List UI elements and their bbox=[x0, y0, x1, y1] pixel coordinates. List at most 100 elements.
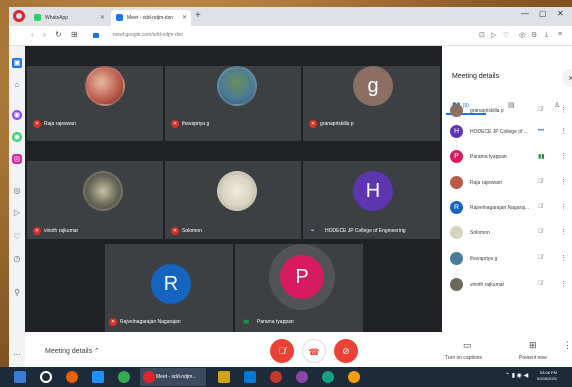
participant-name: thavapriya g bbox=[182, 121, 210, 127]
more-options-icon[interactable]: ⋮ bbox=[560, 178, 567, 186]
mic-toggle-button[interactable]: 🎙̸ bbox=[270, 339, 294, 363]
more-options-icon[interactable]: ⋮ bbox=[560, 254, 567, 262]
app-icon[interactable] bbox=[270, 371, 282, 383]
target-icon[interactable]: ◎ bbox=[12, 186, 22, 196]
participant-tile[interactable]: P ▮▮▮ Parama tyappan bbox=[235, 244, 363, 332]
cortana-icon[interactable] bbox=[40, 371, 52, 383]
files-icon[interactable] bbox=[92, 371, 104, 383]
more-options-icon[interactable]: ⋮ bbox=[560, 106, 567, 114]
home-icon[interactable]: ⌂ bbox=[12, 80, 22, 90]
app-icon[interactable] bbox=[322, 371, 334, 383]
participant-name: vinoth rajkumar bbox=[44, 228, 79, 234]
forward-icon[interactable]: › bbox=[43, 30, 46, 39]
download-icon[interactable]: ⤓ bbox=[545, 31, 548, 39]
opera-sidebar: ▣ ⌂ ◉ ◉ ◎ ◎ ▷ ♡ ◷ ⚲ ⋯ bbox=[9, 46, 25, 367]
clock[interactable]: 03:06 PM 02/05/2021 bbox=[537, 370, 557, 382]
instagram-icon[interactable]: ◎ bbox=[12, 154, 22, 164]
more-options-icon[interactable]: ⋮ bbox=[560, 152, 567, 160]
heart-icon[interactable]: ♡ bbox=[12, 232, 22, 242]
avatar bbox=[217, 66, 257, 106]
extensions-icon[interactable]: ⚲ bbox=[12, 288, 22, 298]
speaking-icon: ▮▮ bbox=[538, 154, 545, 160]
person-name: Rajvelnagarajan Nagaraj... bbox=[470, 205, 530, 211]
list-item[interactable]: H HODECE JP College of ... ••• ⋮ bbox=[442, 123, 572, 143]
captions-button[interactable]: Turn on captions bbox=[445, 355, 482, 361]
folder-icon[interactable] bbox=[218, 371, 230, 383]
app-icon[interactable] bbox=[296, 371, 308, 383]
settings-icon[interactable]: ⚙ bbox=[531, 31, 537, 39]
camera-indicator-icon[interactable] bbox=[93, 33, 99, 38]
firefox-icon[interactable] bbox=[66, 371, 78, 383]
reload-icon[interactable]: ↻ bbox=[55, 30, 62, 39]
present-button[interactable]: Present now bbox=[519, 355, 547, 361]
more-icon[interactable]: ⋯ bbox=[12, 350, 22, 360]
list-item[interactable]: granapriskilla p 🎙̸ ⋮ bbox=[442, 102, 572, 122]
captions-icon[interactable]: ▭ bbox=[463, 340, 472, 351]
tab-close-icon[interactable]: ✕ bbox=[182, 14, 187, 21]
more-options-icon[interactable]: ⋮ bbox=[563, 340, 572, 351]
avatar bbox=[450, 104, 463, 117]
play-icon[interactable]: ▷ bbox=[491, 31, 496, 39]
mic-off-icon: 🎙̸ bbox=[538, 204, 543, 210]
camera-toggle-button[interactable]: ⊘ bbox=[334, 339, 358, 363]
back-icon[interactable]: ‹ bbox=[31, 30, 34, 39]
minimize-icon[interactable]: — bbox=[521, 9, 529, 18]
person-name: Solomon bbox=[470, 230, 490, 236]
list-item[interactable]: R Rajvelnagarajan Nagaraj... 🎙̸ ⋮ bbox=[442, 199, 572, 219]
player-icon[interactable]: ▷ bbox=[12, 208, 22, 218]
more-options-icon[interactable]: ⋮ bbox=[560, 280, 567, 288]
speed-dial-icon[interactable]: ▣ bbox=[12, 58, 22, 68]
app-icon[interactable] bbox=[348, 371, 360, 383]
video-stage: ✕ Raja rajeswari ✕ thavapriya g g ✕ gran… bbox=[25, 46, 442, 332]
tab-close-icon[interactable]: ✕ bbox=[100, 14, 105, 21]
camera-addr-icon[interactable]: ⊡ bbox=[479, 31, 485, 39]
present-icon[interactable]: ⊞ bbox=[529, 340, 537, 351]
hangup-icon: ☎ bbox=[308, 347, 320, 357]
more-options-icon[interactable]: ⋮ bbox=[560, 228, 567, 236]
whatsapp-sidebar-icon[interactable]: ◉ bbox=[12, 132, 22, 142]
participant-tile[interactable]: H ••• HODECE JP College of Engineering bbox=[303, 161, 440, 239]
mic-off-icon: 🎙̸ bbox=[538, 229, 543, 235]
close-window-icon[interactable]: ✕ bbox=[557, 9, 564, 18]
vpn-icon[interactable]: ◎ bbox=[519, 31, 525, 39]
tab-label: Meet - sdd-ndjm-dsn bbox=[127, 15, 173, 21]
opera-logo-icon[interactable] bbox=[13, 10, 25, 22]
new-tab-icon[interactable]: + bbox=[195, 10, 201, 21]
shield-icon[interactable]: ♡ bbox=[503, 31, 509, 39]
tab-whatsapp[interactable]: WhatsApp ✕ bbox=[29, 10, 109, 26]
meeting-details-toggle[interactable]: Meeting details ⌃ bbox=[45, 347, 100, 355]
mic-off-icon: 🎙̸ bbox=[538, 179, 543, 185]
participant-tile[interactable]: ✕ Raja rajeswari bbox=[27, 66, 163, 141]
participant-tile[interactable]: R ✕ Rajvelnagarajan Nagarajan bbox=[105, 244, 233, 332]
history-icon[interactable]: ◷ bbox=[12, 254, 22, 264]
participant-tile[interactable]: g ✕ granapriskilla p bbox=[303, 66, 440, 141]
list-item[interactable]: Solomon 🎙̸ ⋮ bbox=[442, 224, 572, 244]
avatar: P bbox=[280, 255, 324, 299]
more-options-icon[interactable]: ⋮ bbox=[560, 127, 567, 135]
tray-icons[interactable]: ⌃ ▮ ◉ ◀ bbox=[505, 372, 528, 379]
participant-name: HODECE JP College of Engineering bbox=[325, 228, 406, 234]
url-field[interactable]: meet.google.com/sdd-ndjm-dsn bbox=[113, 32, 183, 38]
list-item[interactable]: vinoth rajkumar 🎙̸ ⋮ bbox=[442, 276, 572, 296]
list-item[interactable]: P Parama tyappan ▮▮ ⋮ bbox=[442, 148, 572, 168]
leave-call-button[interactable]: ☎ bbox=[302, 339, 326, 363]
messenger-icon[interactable]: ◉ bbox=[12, 110, 22, 120]
mic-off-icon: ✕ bbox=[109, 318, 117, 326]
participant-tile[interactable]: ✕ vinoth rajkumar bbox=[27, 161, 163, 239]
list-item[interactable]: thavapriya g 🎙̸ ⋮ bbox=[442, 250, 572, 270]
chrome-icon[interactable] bbox=[118, 371, 130, 383]
avatar bbox=[85, 66, 125, 106]
tabs-grid-icon[interactable]: ⊞ bbox=[71, 30, 78, 39]
more-options-icon[interactable]: ⋮ bbox=[560, 203, 567, 211]
list-item[interactable]: Raja rajeswari 🎙̸ ⋮ bbox=[442, 174, 572, 194]
taskbar-meet-window[interactable]: Meet - sdd-ndjm... bbox=[140, 368, 206, 386]
menu-icon[interactable]: ≡ bbox=[558, 31, 562, 38]
participant-tile[interactable]: ✕ thavapriya g bbox=[165, 66, 301, 141]
taskbar-window-label: Meet - sdd-ndjm... bbox=[156, 374, 197, 380]
start-icon[interactable] bbox=[14, 371, 26, 383]
participant-tile[interactable]: ✕ Solomon bbox=[165, 161, 301, 239]
tab-meet[interactable]: Meet - sdd-ndjm-dsn ✕ bbox=[111, 10, 191, 26]
close-icon[interactable]: × bbox=[562, 69, 572, 87]
store-icon[interactable] bbox=[244, 371, 256, 383]
maximize-icon[interactable]: ▢ bbox=[539, 9, 547, 18]
